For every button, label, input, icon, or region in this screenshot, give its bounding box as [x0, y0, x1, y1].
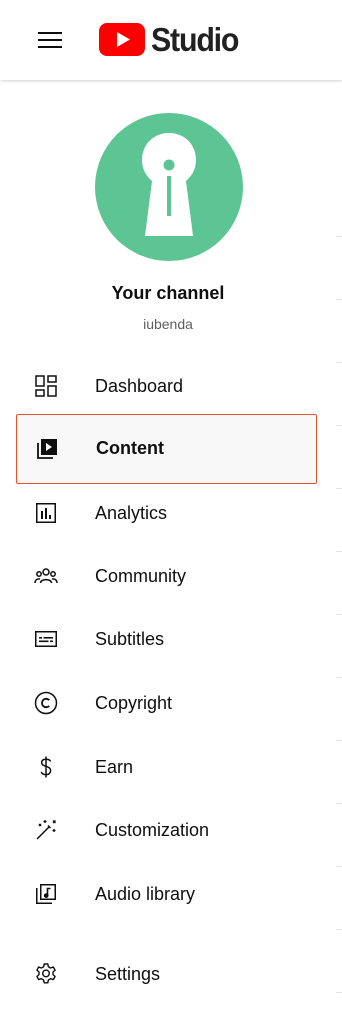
sidebar-item-community[interactable]: Community [16, 544, 317, 608]
channel-title: Your channel [111, 283, 225, 303]
youtube-studio-logo[interactable]: Studio [99, 19, 246, 59]
sidebar-item-label: Content [96, 438, 164, 458]
channel-avatar[interactable] [95, 113, 243, 261]
sidebar-item-label: Dashboard [95, 376, 184, 396]
hamburger-menu-icon [38, 32, 62, 48]
gear-icon [36, 963, 56, 984]
top-bar: Studio [0, 0, 342, 80]
magic-wand-icon [36, 820, 56, 840]
menu-button[interactable] [26, 16, 74, 64]
sidebar-item-audio-library[interactable]: Audio library [16, 862, 317, 926]
sidebar-item-copyright[interactable]: Copyright [16, 671, 317, 735]
channel-handle: iubenda [143, 316, 193, 332]
sidebar-item-label: Community [95, 566, 187, 586]
sidebar-item-label: Settings [95, 964, 161, 984]
sidebar-item-label: Subtitles [95, 629, 165, 649]
subtitles-icon [35, 631, 57, 647]
audio-library-icon [36, 884, 56, 904]
sidebar-item-earn[interactable]: Earn [16, 735, 317, 799]
sidebar-item-subtitles[interactable]: Subtitles [16, 607, 317, 671]
copyright-icon [34, 691, 58, 715]
dollar-icon [40, 756, 52, 778]
logo-text: Studio [151, 20, 239, 58]
content-icon [37, 439, 57, 459]
sidebar-item-analytics[interactable]: Analytics [16, 481, 317, 545]
youtube-play-icon [99, 22, 145, 56]
community-icon [34, 568, 58, 584]
sidebar-item-customization[interactable]: Customization [16, 798, 317, 862]
analytics-icon [36, 503, 56, 523]
sidebar-item-content[interactable]: Content [16, 414, 317, 484]
sidebar-item-label: Customization [95, 820, 210, 840]
sidebar-item-settings[interactable]: Settings [16, 942, 317, 1006]
sidebar-item-dashboard[interactable]: Dashboard [16, 354, 317, 418]
dashboard-icon [35, 375, 57, 397]
sidebar-item-label: Analytics [95, 503, 168, 523]
keyhole-logo-icon [142, 133, 196, 236]
sidebar-item-label: Audio library [95, 884, 196, 904]
sidebar: Your channel iubenda Dashboard Content A… [0, 80, 336, 1024]
sidebar-item-label: Earn [95, 757, 134, 777]
sidebar-item-label: Copyright [95, 693, 173, 713]
